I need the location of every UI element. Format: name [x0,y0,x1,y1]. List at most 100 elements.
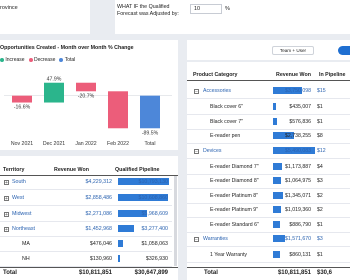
product-row-divider [187,202,350,204]
legend-decrease: Decrease [28,57,55,63]
decrease-swatch [28,57,33,62]
product-item-name[interactable]: Black cover 6" [210,104,243,110]
territory-total-label: Total [3,270,17,276]
product-row-pipeline: $3 [317,236,323,242]
territory-expand-icon[interactable]: + [4,212,9,218]
territory-row-pipeline: $326,930 [145,256,168,262]
legend-increase-label: Increase [5,57,25,63]
product-row-revenue: $1,019,360 [285,207,311,213]
territory-pipeline-bar [118,240,124,247]
product-row-pipeline: $12 [317,147,326,154]
waterfall-bar-decrease[interactable] [108,91,128,129]
territory-row-name[interactable]: Northeast [12,226,35,232]
territory-row-revenue: $1,452,968 [85,226,112,232]
chart-legend: Increase Decrease Total [0,57,75,63]
territory-expand-icon[interactable]: + [4,227,9,233]
product-row-revenue: $1,345,071 [285,192,311,199]
product-header-revenue: Revenue Won [276,72,311,78]
product-row-revenue: $435,007 [289,104,311,110]
waterfall-bar-decrease[interactable] [76,82,96,92]
product-category-name[interactable]: Warranties [203,236,228,242]
waterfall-bar-increase[interactable] [44,82,64,103]
product-collapse-icon[interactable]: − [194,237,199,243]
product-category-name[interactable]: Devices [203,148,221,154]
product-row-pipeline: $1 [317,252,323,258]
product-row-revenue: $3,750,098 [285,88,311,94]
territory-pipeline-bar [118,255,120,262]
territory-row-name[interactable]: West [12,195,24,201]
product-row-revenue: $1,064,975 [285,178,311,184]
territory-row-name[interactable]: South [12,179,26,185]
product-collapse-icon[interactable]: − [194,148,199,154]
product-row-pipeline: $3 [317,178,323,184]
product-row-divider [187,114,350,115]
product-item-name[interactable]: E-reader Diamond 7" [210,164,259,170]
product-row-pipeline: $4 [317,163,323,170]
waterfall-value-label: -20.7% [78,93,95,99]
territory-row-pipeline: $1,058,063 [141,241,168,247]
territory-row-name[interactable]: Midwest [12,211,31,217]
territory-scrollbar[interactable] [174,176,177,266]
team-user-button[interactable]: Team + User [272,46,314,55]
legend-total-label: Total [64,57,76,63]
product-item-name[interactable]: E-reader Platinum 8" [210,193,258,199]
product-row-pipeline: $1 [317,221,323,228]
product-total-label: Total [204,270,218,276]
team-user-label: Team + User [279,48,307,53]
product-row-revenue: $886,790 [289,221,311,228]
territory-row-pipeline: $5,968,609 [141,211,168,217]
product-row-divider [187,231,350,233]
waterfall-bar-decrease[interactable] [12,95,32,103]
team-user-panel: Team + User [187,40,350,60]
waterfall-bar-total[interactable] [140,95,160,129]
waterfall-category-label: Feb 2022 [107,141,129,147]
product-item-name[interactable]: Black cover 7" [210,119,243,125]
product-row-divider [187,98,350,99]
product-total-rule [187,267,350,268]
product-total-pipeline: $30,6 [317,270,333,276]
product-collapse-icon[interactable]: − [194,89,199,95]
territory-row-name[interactable]: NH [22,256,30,262]
product-row-revenue: $5,490,083 [285,147,311,154]
whatif-unit: % [225,6,230,12]
legend-increase: Increase [0,57,25,63]
product-row-divider [187,188,350,189]
territory-header-pipeline: Qualified Pipeline [115,167,160,173]
territory-expand-icon[interactable]: + [4,180,9,186]
product-header-name: Product Category [193,72,238,78]
territory-total-rule [0,267,178,268]
whatif-input[interactable]: 10 [190,4,222,14]
product-row-pipeline: $1 [317,118,323,125]
product-category-name[interactable]: Accessories [203,88,231,94]
territory-header-revenue: Revenue Won [54,167,89,173]
product-row-revenue: $576,836 [289,118,311,125]
whatif-label: WHAT IF the Qualified Forecast was Adjus… [117,4,179,17]
whatif-input-value: 10 [194,6,201,12]
product-row-divider [187,128,350,130]
product-item-name[interactable]: E-reader Standard 6" [210,222,259,228]
product-row-revenue: $2,738,255 [285,133,311,139]
product-item-name[interactable]: E-reader Platinum 9" [210,207,258,213]
territory-total-revenue: $10,811,851 [78,270,112,276]
territory-row-revenue: $2,271,086 [85,211,112,217]
product-total-revenue: $10,811,851 [277,270,311,276]
product-row-revenue: $1,173,887 [285,163,311,170]
territory-table: Territory Revenue Won Qualified Pipeline… [0,156,178,280]
product-row-divider [187,246,350,247]
toggle-switch[interactable] [338,46,350,55]
product-item-name[interactable]: E-reader Diamond 8" [210,178,259,184]
province-filter-label: rovince [0,5,18,11]
territory-row-divider [0,221,172,222]
waterfall-category-label: Dec 2021 [43,141,65,147]
territory-header-rule [0,175,178,176]
territory-row-divider [0,189,172,190]
product-header-pipeline: In Pipeline [319,72,346,78]
waterfall-value-label: -89.5% [142,130,159,136]
territory-row-pipeline: $3,277,400 [141,226,168,232]
increase-swatch [0,57,4,62]
waterfall-chart: -16.6% Nov 2021 47.9% Dec 2021 -20.7% Jan 202… [4,77,172,147]
territory-expand-icon[interactable]: + [4,196,9,202]
product-item-name[interactable]: 1 Year Warranty [210,252,247,258]
territory-row-name[interactable]: MA [22,241,30,247]
product-item-name[interactable]: E-reader pen [210,133,240,139]
